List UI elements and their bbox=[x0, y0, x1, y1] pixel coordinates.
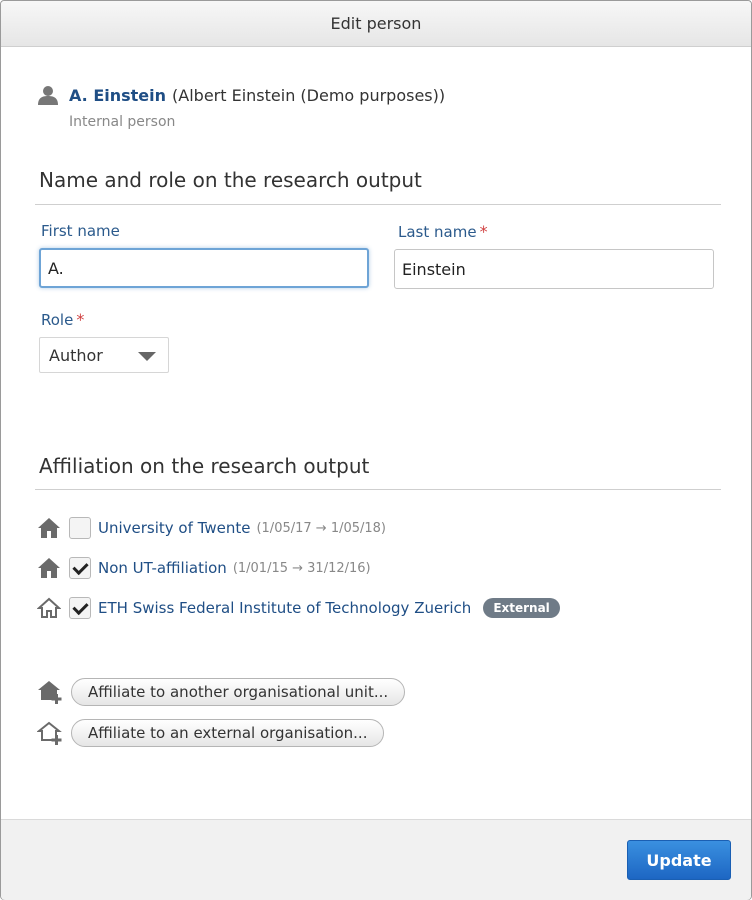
person-summary: A. Einstein (Albert Einstein (Demo purpo… bbox=[37, 83, 445, 107]
house-filled-icon bbox=[38, 558, 60, 578]
house-outline-add-icon bbox=[37, 721, 62, 745]
external-badge: External bbox=[483, 598, 560, 618]
house-add-icon bbox=[38, 681, 62, 704]
required-mark: * bbox=[479, 222, 488, 241]
name-role-section-title: Name and role on the research output bbox=[39, 168, 422, 192]
section-divider bbox=[35, 489, 721, 490]
person-icon bbox=[38, 86, 58, 105]
affiliation-checkbox[interactable] bbox=[69, 517, 91, 539]
dialog-title: Edit person bbox=[1, 1, 751, 47]
first-name-input[interactable] bbox=[39, 248, 369, 288]
affiliation-name[interactable]: Non UT-affiliation bbox=[98, 559, 227, 577]
affiliation-dates: (1/05/17 → 1/05/18) bbox=[256, 520, 386, 536]
affiliation-section-title: Affiliation on the research output bbox=[39, 454, 370, 478]
house-outline-icon bbox=[37, 597, 61, 618]
role-select[interactable]: Author bbox=[39, 337, 169, 373]
role-label: Role * bbox=[41, 310, 85, 329]
edit-person-dialog: Edit person A. Einstein (Albert Einstein… bbox=[0, 0, 752, 900]
update-button[interactable]: Update bbox=[627, 840, 731, 880]
affiliate-external-button[interactable]: Affiliate to an external organisation... bbox=[71, 719, 385, 747]
person-name-link[interactable]: A. Einstein bbox=[69, 86, 166, 105]
affiliation-item: Non UT-affiliation (1/01/15 → 31/12/16) bbox=[37, 554, 371, 582]
person-type: Internal person bbox=[69, 114, 176, 130]
affiliation-dates: (1/01/15 → 31/12/16) bbox=[232, 560, 371, 576]
affiliation-name[interactable]: University of Twente bbox=[98, 519, 250, 537]
affiliation-name[interactable]: ETH Swiss Federal Institute of Technolog… bbox=[98, 599, 471, 617]
affiliate-internal-row: Affiliate to another organisational unit… bbox=[37, 676, 406, 708]
affiliation-checkbox[interactable] bbox=[69, 597, 91, 619]
chevron-down-icon bbox=[138, 352, 156, 361]
affiliation-item: ETH Swiss Federal Institute of Technolog… bbox=[37, 594, 560, 622]
section-divider bbox=[35, 204, 721, 205]
affiliate-external-row: Affiliate to an external organisation... bbox=[37, 717, 385, 749]
house-filled-icon bbox=[38, 518, 60, 538]
affiliation-item: University of Twente (1/05/17 → 1/05/18) bbox=[37, 514, 386, 542]
first-name-label: First name bbox=[41, 222, 120, 240]
affiliation-checkbox[interactable] bbox=[69, 557, 91, 579]
person-full-name: (Albert Einstein (Demo purposes)) bbox=[172, 85, 446, 105]
required-mark: * bbox=[76, 310, 85, 329]
last-name-input[interactable] bbox=[394, 249, 714, 289]
dialog-footer: Update bbox=[1, 819, 751, 900]
last-name-label: Last name * bbox=[398, 222, 488, 241]
affiliate-internal-button[interactable]: Affiliate to another organisational unit… bbox=[71, 678, 406, 706]
role-selected-value: Author bbox=[49, 345, 103, 365]
